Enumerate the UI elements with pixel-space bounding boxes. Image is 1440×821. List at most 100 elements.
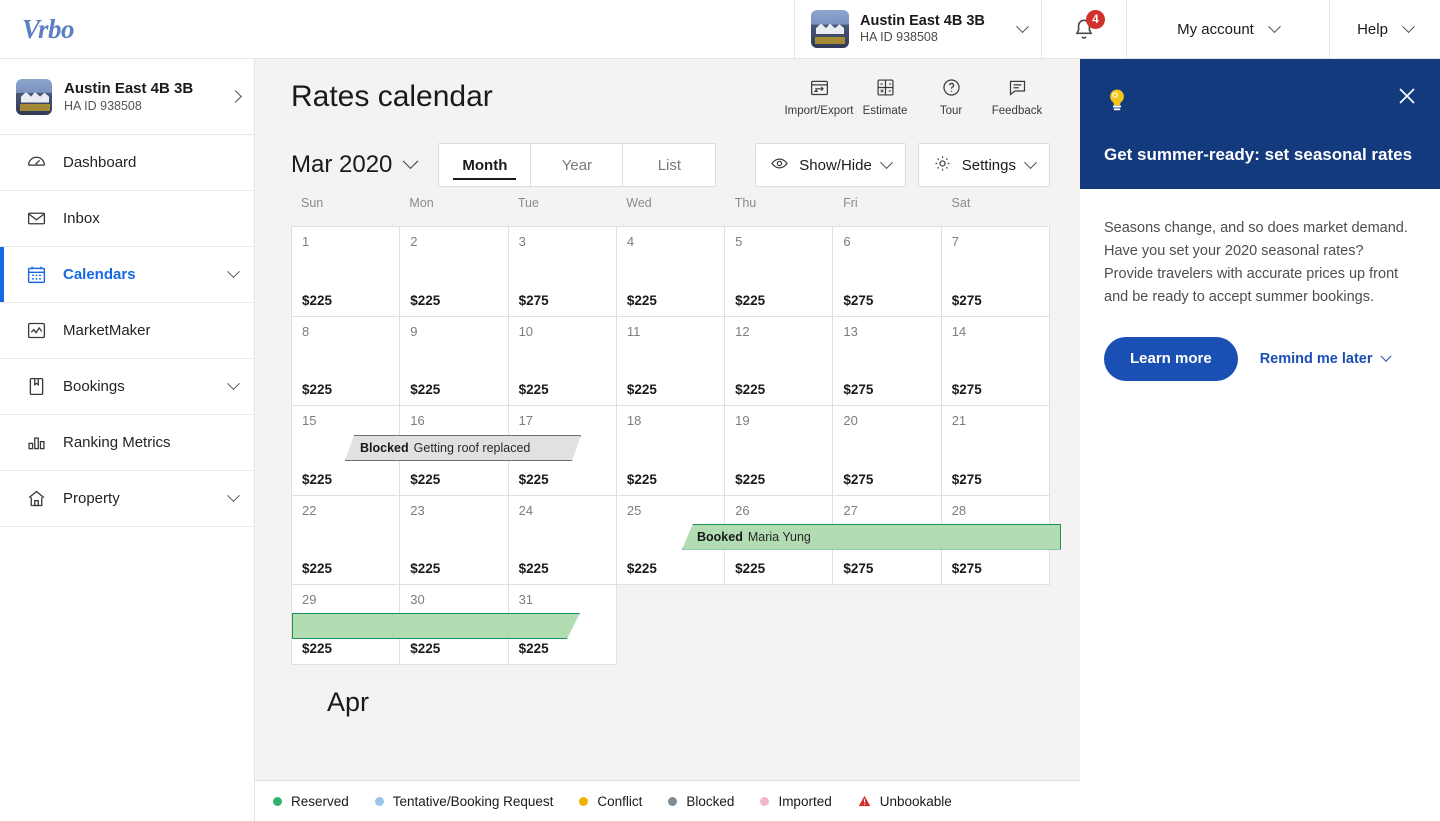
day-rate: $275 — [518, 292, 549, 308]
legend-label: Imported — [778, 793, 832, 809]
sidebar-item-bookings[interactable]: Bookings — [0, 359, 254, 415]
calendar-day-cell[interactable]: 4 $225 — [616, 227, 726, 317]
calendar-day-cell[interactable]: 6 $275 — [833, 227, 942, 317]
event-subtitle: Getting roof replaced — [413, 441, 531, 455]
day-rate: $225 — [735, 471, 766, 487]
settings-button[interactable]: Settings — [917, 143, 1050, 187]
my-account-menu[interactable]: My account — [1127, 0, 1330, 58]
close-icon[interactable] — [1396, 85, 1418, 107]
calendar-day-cell[interactable]: 2 $225 — [400, 227, 509, 317]
day-rate: $225 — [518, 641, 549, 656]
sidebar-property-name: Austin East 4B 3B — [64, 79, 194, 97]
calendar-day-cell[interactable]: 14 $275 — [941, 316, 1050, 406]
sidebar-item-inbox[interactable]: Inbox — [0, 191, 254, 247]
calendar-day-cell[interactable]: 19 $225 — [725, 406, 834, 496]
remind-me-later-button[interactable]: Remind me later — [1260, 350, 1392, 367]
header-tools: Import/Export Estimate Tour Feedback — [784, 77, 1050, 117]
rates-calendar: Sun Mon Tue Wed Thu Fri Sat 1 $225 2 $225 … — [255, 196, 1080, 718]
page-header: Rates calendar Import/Export Estimate To… — [255, 59, 1080, 134]
dot-icon — [579, 796, 589, 806]
calendar-day-cell[interactable]: 13 $275 — [833, 316, 942, 406]
day-rate: $225 — [735, 292, 766, 308]
calendar-day-cell[interactable]: 20 $275 — [833, 406, 942, 496]
sidebar-property-header[interactable]: Austin East 4B 3B HA ID 938508 — [0, 59, 254, 135]
estimate-button[interactable]: Estimate — [852, 77, 918, 117]
calendar-event-booked-continuation[interactable] — [292, 613, 580, 639]
chevron-right-icon — [229, 90, 242, 103]
top-navigation-bar: Vrbo Austin East 4B 3B HA ID 938508 4 My… — [0, 0, 1440, 59]
sidebar-item-label: Inbox — [63, 210, 100, 227]
chevron-down-icon — [1402, 19, 1415, 33]
calendar-day-cell[interactable]: 10 $225 — [508, 316, 617, 406]
sidebar-item-property[interactable]: Property — [0, 471, 254, 527]
day-number: 14 — [951, 323, 967, 339]
learn-more-button[interactable]: Learn more — [1104, 336, 1238, 381]
notifications-button[interactable]: 4 — [1042, 0, 1127, 58]
calendar-week-row: 8 $225 9 $225 10 $225 11 $225 12 $225 13 $275 … — [292, 316, 1050, 406]
dow-label: Tue — [517, 196, 539, 210]
calendar-day-cell[interactable]: 1 $225 — [292, 227, 401, 317]
calendar-day-cell[interactable]: 9 $225 — [400, 316, 509, 406]
tab-month[interactable]: Month — [439, 144, 532, 186]
tab-label: Year — [561, 156, 593, 174]
calendar-day-cell[interactable]: 23 $225 — [400, 495, 509, 585]
property-thumbnail — [811, 10, 849, 48]
day-rate: $225 — [410, 561, 441, 576]
calendar-day-cell[interactable]: 5 $225 — [725, 227, 834, 317]
help-menu[interactable]: Help — [1330, 0, 1440, 58]
day-rate: $225 — [410, 292, 441, 308]
calendar-day-cell[interactable]: 21 $275 — [941, 406, 1050, 496]
calendar-day-cell[interactable]: 18 $225 — [616, 406, 726, 496]
calendar-day-cell[interactable]: 3 $275 — [508, 227, 617, 317]
sidebar-item-marketmaker[interactable]: MarketMaker — [0, 303, 254, 359]
tab-year[interactable]: Year — [531, 144, 624, 186]
calendar-day-cell[interactable]: 7 $275 — [941, 227, 1050, 317]
legend-item-tentative: Tentative/Booking Request — [374, 793, 554, 809]
legend-label: Tentative/Booking Request — [392, 793, 554, 809]
day-number: 29 — [302, 592, 317, 607]
notification-badge: 4 — [1086, 10, 1105, 29]
import-export-icon — [809, 77, 830, 99]
promo-title: Get summer-ready: set seasonal rates — [1104, 145, 1413, 164]
sidebar-item-label: MarketMaker — [63, 322, 151, 339]
day-number: 30 — [410, 592, 425, 607]
calendar-day-cell-empty — [616, 585, 726, 665]
calendar-day-cell[interactable]: 22 $225 — [292, 495, 401, 585]
property-switcher[interactable]: Austin East 4B 3B HA ID 938508 — [794, 0, 1042, 58]
tool-label: Tour — [939, 104, 963, 117]
day-rate: $225 — [626, 382, 657, 397]
show-hide-button[interactable]: Show/Hide — [755, 143, 906, 187]
promo-header: Get summer-ready: set seasonal rates — [1080, 59, 1440, 189]
day-number: 4 — [626, 234, 635, 249]
dow-label: Sat — [951, 196, 971, 210]
calendar-day-cell[interactable]: 8 $225 — [292, 316, 401, 406]
sidebar-item-label: Calendars — [63, 266, 136, 283]
feedback-button[interactable]: Feedback — [984, 77, 1050, 117]
sidebar-item-dashboard[interactable]: Dashboard — [0, 135, 254, 191]
calendar-day-cell[interactable]: 11 $225 — [616, 316, 726, 406]
day-rate: $275 — [951, 382, 982, 397]
sidebar-item-calendars[interactable]: Calendars — [0, 247, 254, 303]
eye-icon — [770, 154, 789, 177]
calendar-day-cell-empty — [725, 585, 834, 665]
sidebar-item-ranking-metrics[interactable]: Ranking Metrics — [0, 415, 254, 471]
import-export-button[interactable]: Import/Export — [784, 77, 854, 117]
tab-label: Month — [462, 156, 508, 174]
day-rate: $225 — [302, 561, 333, 576]
calendar-day-cell[interactable]: 24 $225 — [508, 495, 617, 585]
sidebar-item-label: Dashboard — [63, 154, 137, 171]
day-rate: $225 — [735, 382, 766, 397]
day-rate: $225 — [410, 471, 441, 487]
dot-icon — [760, 796, 770, 806]
chevron-down-icon — [227, 377, 240, 391]
chevron-down-icon — [1379, 350, 1392, 362]
day-number: 22 — [302, 502, 317, 518]
calendar-event-blocked[interactable]: Blocked Getting roof replaced — [345, 435, 581, 461]
vrbo-logo[interactable]: Vrbo — [0, 0, 120, 58]
calendar-day-cell[interactable]: 12 $225 — [725, 316, 834, 406]
month-selector[interactable]: Mar 2020 — [291, 151, 419, 179]
day-rate: $225 — [626, 561, 657, 576]
tab-list[interactable]: List — [623, 144, 715, 186]
tour-button[interactable]: Tour — [918, 77, 984, 117]
calendar-event-booked[interactable]: Booked Maria Yung — [682, 523, 1061, 550]
